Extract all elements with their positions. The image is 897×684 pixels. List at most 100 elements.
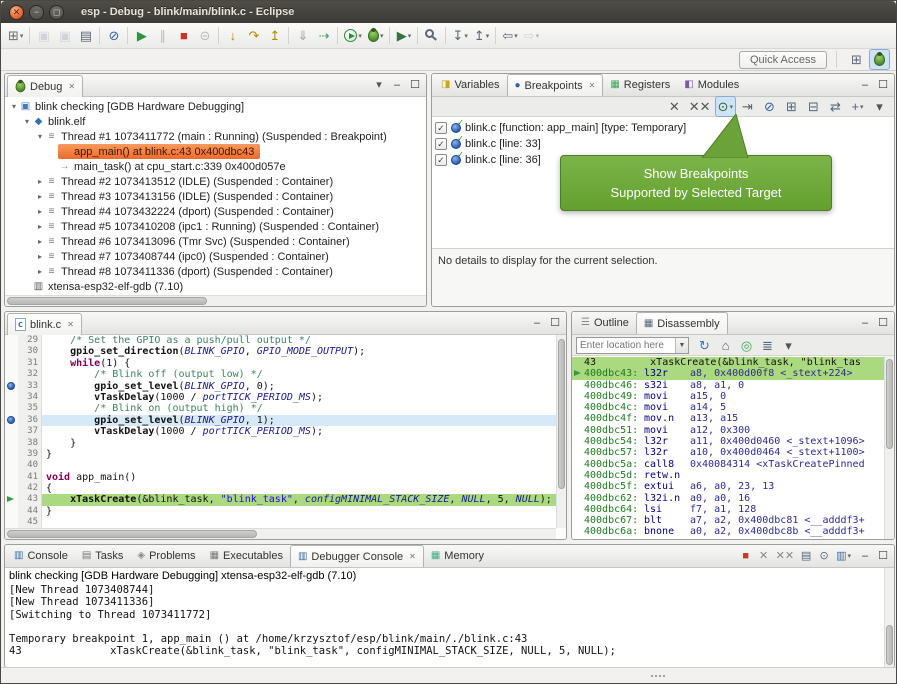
- code-text[interactable]: gpio_set_direction(BLINK_GPIO, GPIO_MODE…: [42, 346, 566, 357]
- remove-all-terminated-icon[interactable]: ✕✕: [773, 547, 797, 565]
- disassembly-content[interactable]: 43 xTaskCreate(&blink_task, "blink_tas40…: [572, 356, 894, 539]
- debug-tree-row[interactable]: ▸≡Thread #2 1073413512 (IDLE) (Suspended…: [5, 174, 426, 189]
- console-vertical-scrollbar[interactable]: [884, 568, 894, 667]
- tab-disassembly[interactable]: ▦Disassembly: [636, 312, 728, 334]
- code-text[interactable]: }: [42, 449, 566, 460]
- disassembly-line[interactable]: 400dbc49:movia15, 0: [572, 391, 894, 402]
- debug-tree-row[interactable]: →app_main() at blink.c:43 0x400dbc43: [5, 144, 426, 159]
- minimize-view-icon[interactable]: –: [856, 314, 874, 332]
- editor-marker-ruler[interactable]: [5, 415, 18, 426]
- step-over-icon[interactable]: ↷: [243, 25, 264, 46]
- code-text[interactable]: gpio_set_level(BLINK_GPIO, 0);: [42, 381, 566, 392]
- close-tab-icon[interactable]: ✕: [409, 552, 416, 561]
- add-breakpoint-icon[interactable]: +▾: [847, 96, 868, 117]
- step-into-icon[interactable]: ↓: [222, 25, 243, 46]
- code-text[interactable]: vTaskDelay(1000 / portTICK_PERIOD_MS);: [42, 392, 566, 403]
- expand-all-icon[interactable]: ⊞: [781, 96, 802, 117]
- editor-marker-ruler[interactable]: [5, 358, 18, 369]
- open-perspective-icon[interactable]: ⊞: [846, 49, 867, 70]
- close-tab-icon[interactable]: ✕: [67, 320, 74, 329]
- quick-access-button[interactable]: Quick Access: [739, 51, 827, 69]
- resume-icon[interactable]: ▶: [131, 25, 152, 46]
- tab-problems[interactable]: ◈Problems: [130, 545, 202, 567]
- step-return-icon[interactable]: ↥: [264, 25, 285, 46]
- view-menu-icon[interactable]: ▾: [370, 76, 388, 94]
- tab-breakpoints[interactable]: ●Breakpoints✕: [507, 74, 604, 96]
- trim-drag-handle[interactable]: [650, 674, 666, 678]
- code-text[interactable]: gpio_set_level(BLINK_GPIO, 1);: [42, 415, 566, 426]
- code-text[interactable]: [42, 460, 566, 471]
- editor-marker-ruler[interactable]: [5, 335, 18, 346]
- terminate-icon[interactable]: ■: [173, 25, 194, 46]
- tree-expander-icon[interactable]: ▾: [22, 117, 32, 126]
- code-text[interactable]: }: [42, 438, 566, 449]
- terminate-console-icon[interactable]: ■: [737, 547, 755, 565]
- suspend-icon[interactable]: ∥: [152, 25, 173, 46]
- skip-all-breakpoints-icon[interactable]: ⊘: [759, 96, 780, 117]
- next-annotation-icon[interactable]: ↧▾: [449, 25, 470, 46]
- minimize-view-icon[interactable]: –: [856, 547, 874, 565]
- location-dropdown-icon[interactable]: ▼: [675, 338, 688, 353]
- editor-marker-ruler[interactable]: [5, 483, 18, 494]
- editor-marker-ruler[interactable]: [5, 472, 18, 483]
- tree-expander-icon[interactable]: ▸: [35, 177, 45, 186]
- disassembly-line[interactable]: 400dbc6a:bnonea0, a2, 0x400dbc8b <__addd…: [572, 526, 894, 537]
- debug-horizontal-scrollbar[interactable]: [5, 295, 426, 306]
- code-text[interactable]: /* Blink off (output low) */: [42, 369, 566, 380]
- disassembly-line[interactable]: 400dbc62:l32i.na0, a0, 16: [572, 493, 894, 504]
- open-console-icon[interactable]: ▥▾: [833, 547, 854, 565]
- new-wizard-icon[interactable]: ⊞▾: [5, 25, 26, 46]
- debug-perspective-icon[interactable]: [869, 49, 890, 70]
- debug-tree-row[interactable]: ▾◆blink.elf: [5, 114, 426, 129]
- tree-expander-icon[interactable]: ▾: [35, 132, 45, 141]
- tree-expander-icon[interactable]: ▸: [35, 267, 45, 276]
- window-maximize-button[interactable]: ◻: [49, 5, 64, 20]
- search-icon[interactable]: [421, 25, 442, 46]
- link-with-debug-view-icon[interactable]: ⇄: [825, 96, 846, 117]
- tree-expander-icon[interactable]: ▸: [35, 237, 45, 246]
- disconnect-icon[interactable]: ⊝: [194, 25, 215, 46]
- disassembly-line[interactable]: 400dbc51:movia12, 0x300: [572, 425, 894, 436]
- disassembly-line[interactable]: 400dbc64:lsif7, a1, 128: [572, 504, 894, 515]
- code-text[interactable]: /* Set the GPIO as a push/pull output */: [42, 335, 566, 346]
- tab-outline[interactable]: ☰Outline: [574, 312, 636, 334]
- disassembly-line[interactable]: 400dbc54:l32ra11, 0x400d0460 <_stext+109…: [572, 436, 894, 447]
- skip-all-breakpoints-icon[interactable]: ⊘: [103, 25, 124, 46]
- editor-marker-ruler[interactable]: [5, 449, 18, 460]
- location-input[interactable]: [577, 340, 675, 351]
- code-text[interactable]: /* Blink on (output high) */: [42, 403, 566, 414]
- disassembly-line[interactable]: 400dbc46:s32ia8, a1, 0: [572, 380, 894, 391]
- tree-expander-icon[interactable]: ▾: [9, 102, 19, 111]
- disassembly-line[interactable]: 400dbc57:l32ra10, 0x400d0464 <_stext+110…: [572, 447, 894, 458]
- editor-marker-ruler[interactable]: [5, 346, 18, 357]
- window-close-button[interactable]: ✕: [9, 5, 24, 20]
- debug-tree-row[interactable]: ▾≡Thread #1 1073411772 (main : Running) …: [5, 129, 426, 144]
- go-home-icon[interactable]: ⌂: [715, 335, 736, 356]
- remove-selected-breakpoints-icon[interactable]: ✕: [664, 96, 685, 117]
- editor-marker-ruler[interactable]: [5, 460, 18, 471]
- disassembly-line[interactable]: 400dbc5f:extuia6, a0, 23, 13: [572, 481, 894, 492]
- collapse-all-icon[interactable]: ⊟: [803, 96, 824, 117]
- maximize-view-icon[interactable]: ☐: [874, 314, 892, 332]
- show-source-icon[interactable]: ≣: [757, 335, 778, 356]
- disassembly-line[interactable]: 400dbc67:blta7, a2, 0x400dbc81 <__adddf3…: [572, 515, 894, 526]
- maximize-view-icon[interactable]: ☐: [546, 314, 564, 332]
- disassembly-line[interactable]: 400dbc5d:retw.n: [572, 470, 894, 481]
- disassembly-line[interactable]: 400dbc4f:mov.na13, a15: [572, 413, 894, 424]
- editor-vertical-scrollbar[interactable]: [556, 335, 566, 528]
- editor-marker-ruler[interactable]: [5, 517, 18, 528]
- maximize-view-icon[interactable]: ☐: [874, 76, 892, 94]
- tab-executables[interactable]: ▦Executables: [203, 545, 290, 567]
- console-output[interactable]: blink checking [GDB Hardware Debugging] …: [5, 568, 894, 667]
- save-icon[interactable]: ▣: [33, 25, 54, 46]
- maximize-view-icon[interactable]: ☐: [874, 547, 892, 565]
- breakpoint-checkbox[interactable]: ✓: [435, 122, 447, 134]
- sync-with-active-context-icon[interactable]: ◎: [736, 335, 757, 356]
- tab-debug[interactable]: Debug✕: [7, 75, 83, 97]
- debug-tree-row[interactable]: ▥xtensa-esp32-elf-gdb (7.10): [5, 279, 426, 294]
- editor-horizontal-scrollbar[interactable]: [5, 528, 556, 539]
- debug-tree-row[interactable]: ▸≡Thread #6 1073413096 (Tmr Svc) (Suspen…: [5, 234, 426, 249]
- breakpoint-checkbox[interactable]: ✓: [435, 154, 447, 166]
- pin-console-icon[interactable]: ⊙: [815, 547, 833, 565]
- tab-registers[interactable]: ▦Registers: [603, 74, 677, 96]
